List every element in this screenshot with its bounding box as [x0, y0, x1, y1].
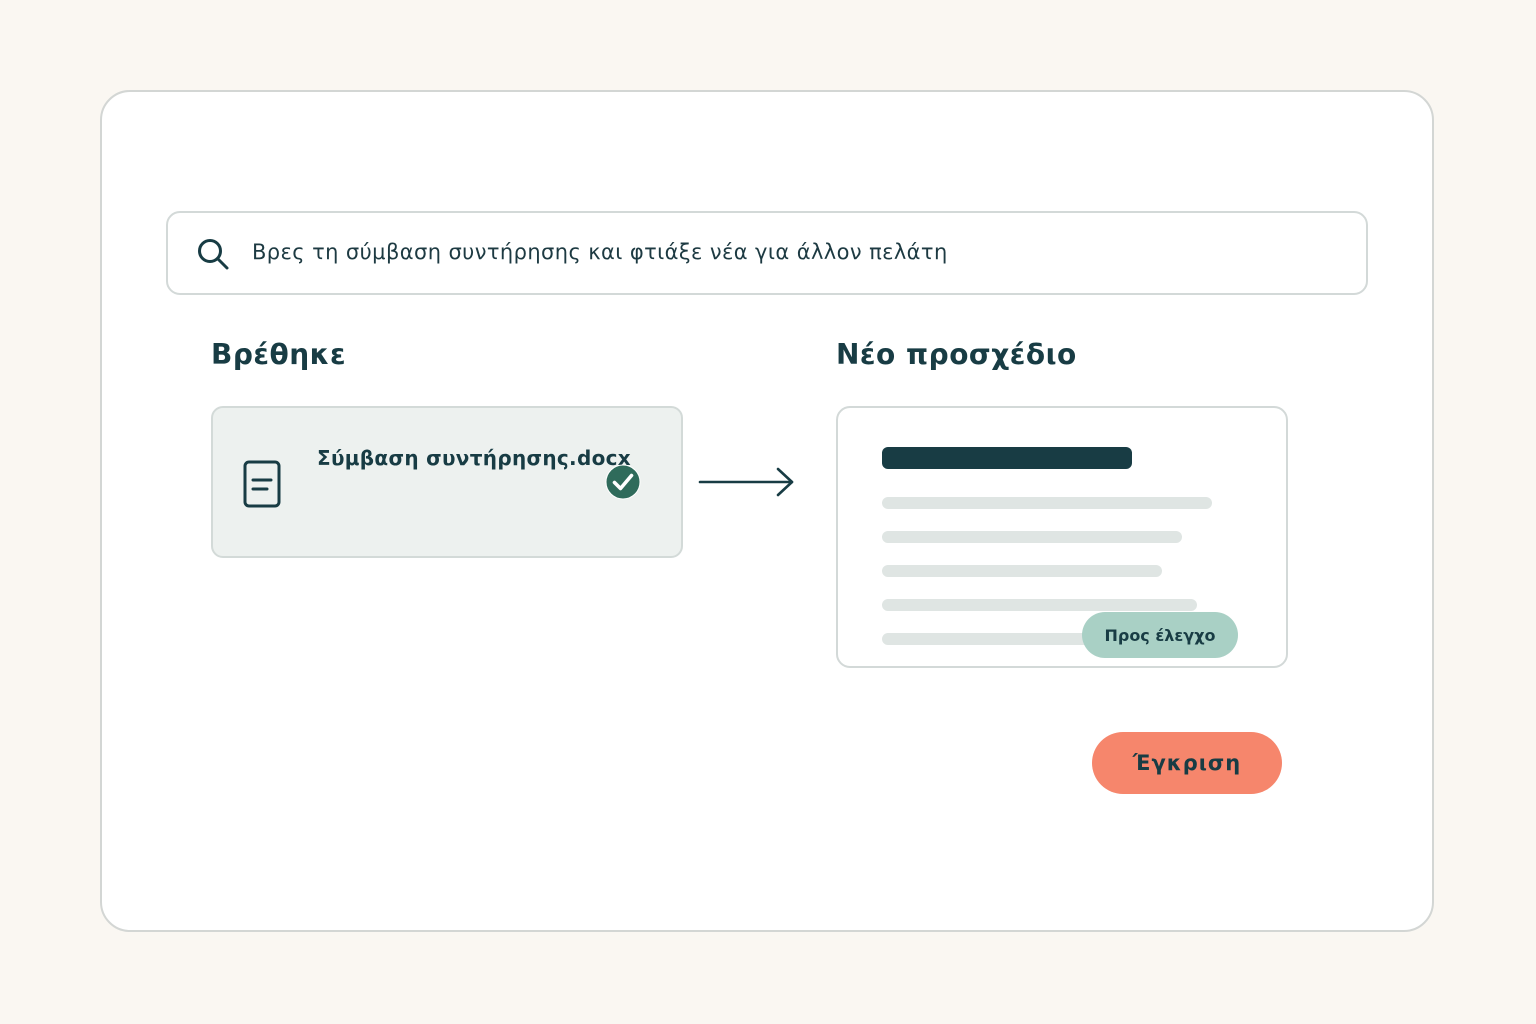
check-circle-icon — [605, 464, 641, 500]
new-draft-card[interactable]: Προς έλεγχο — [836, 406, 1288, 668]
found-file-card[interactable]: Σύμβαση συντήρησης.docx — [211, 406, 683, 558]
draft-title-placeholder — [882, 447, 1132, 469]
document-icon — [243, 460, 281, 508]
search-icon — [198, 239, 229, 270]
app-window: Βρες τη σύμβαση συντήρησης και φτιάξε νέ… — [100, 90, 1434, 932]
draft-text-line — [882, 531, 1182, 543]
approve-button[interactable]: Έγκριση — [1092, 732, 1282, 794]
search-bar[interactable]: Βρες τη σύμβαση συντήρησης και φτιάξε νέ… — [166, 211, 1368, 295]
draft-text-line — [882, 633, 1112, 645]
status-badge: Προς έλεγχο — [1082, 612, 1238, 658]
draft-text-line — [882, 599, 1197, 611]
search-input[interactable]: Βρες τη σύμβαση συντήρησης και φτιάξε νέ… — [252, 240, 948, 264]
draft-heading: Νέο προσχέδιο — [836, 338, 1077, 371]
file-name: Σύμβαση συντήρησης.docx — [317, 446, 631, 470]
found-heading: Βρέθηκε — [211, 338, 347, 371]
arrow-right-icon — [698, 467, 794, 497]
draft-text-line — [882, 565, 1162, 577]
draft-text-line — [882, 497, 1212, 509]
